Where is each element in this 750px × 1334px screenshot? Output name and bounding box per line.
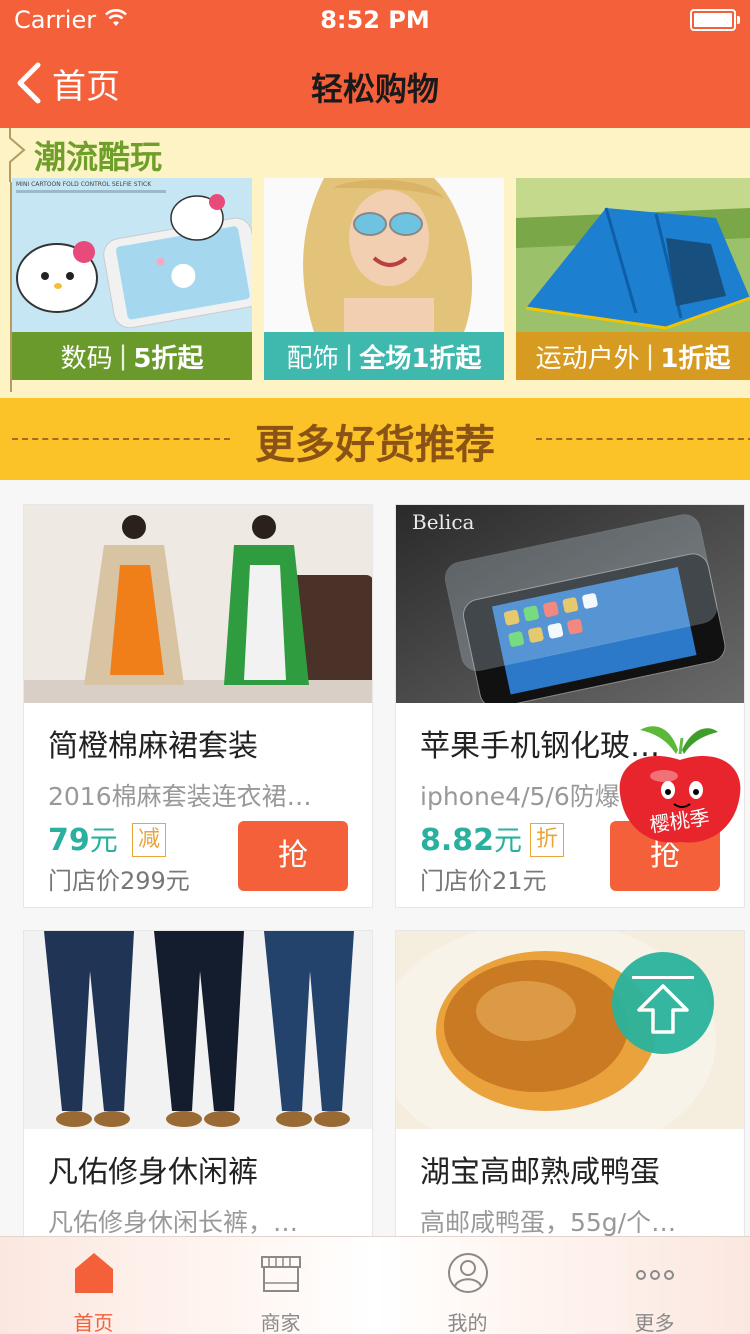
phone-glass-image: Belica	[396, 505, 744, 703]
tab-label: 首页	[73, 1311, 114, 1334]
promo-card-category: 数码	[60, 343, 113, 374]
price-value: 8.82	[420, 823, 495, 858]
promo-card-label: 数码 | 5折起	[12, 332, 252, 380]
recommend-title: 更多好货推荐	[255, 422, 495, 468]
user-icon	[448, 1253, 488, 1293]
separator: |	[118, 341, 128, 371]
section-notch-icon	[9, 128, 26, 182]
product-description: 2016棉麻套装连衣裙…	[48, 782, 312, 811]
promo-card-accessories[interactable]: 配饰 | 全场1折起	[264, 178, 504, 380]
product-title: 简橙棉麻裙套装	[48, 729, 258, 764]
tab-label: 更多	[634, 1311, 675, 1334]
product-card[interactable]: 凡佑修身休闲裤 凡佑修身休闲长裤，…	[23, 930, 373, 1236]
grab-button[interactable]: 抢	[238, 821, 348, 891]
price-value: 79	[48, 823, 90, 858]
tab-label: 我的	[447, 1311, 488, 1334]
separator: |	[344, 341, 354, 371]
original-price: 门店价299元	[48, 867, 190, 895]
promo-card-discount: 5折起	[133, 343, 204, 374]
cherry-season-badge[interactable]: 樱桃季	[610, 720, 750, 850]
promo-card-outdoor[interactable]: 运动户外 | 1折起	[516, 178, 750, 380]
pants-image	[24, 931, 372, 1129]
tent-image	[516, 178, 750, 332]
sunglasses-model-image	[264, 178, 504, 332]
product-grid: 简橙棉麻裙套装 2016棉麻套装连衣裙… 79元 减 门店价299元 抢 Bel…	[0, 480, 750, 1236]
price-unit: 元	[494, 824, 523, 857]
arrow-up-icon	[632, 976, 694, 1034]
more-icon	[636, 1270, 674, 1280]
promo-card-category: 运动户外	[535, 343, 640, 374]
tab-profile[interactable]: 我的	[374, 1237, 561, 1334]
price-unit: 元	[89, 824, 118, 857]
tab-label: 商家	[260, 1311, 301, 1334]
promo-heading: 潮流酷玩	[34, 138, 163, 176]
dress-set-image	[24, 505, 372, 703]
tab-bar: 首页 商家 我的 更多	[0, 1236, 750, 1334]
battery-icon	[690, 9, 740, 31]
promo-card-label: 运动户外 | 1折起	[516, 332, 750, 380]
product-card[interactable]: 简橙棉麻裙套装 2016棉麻套装连衣裙… 79元 减 门店价299元 抢	[23, 504, 373, 908]
promo-tag: 折	[530, 823, 564, 857]
tab-more[interactable]: 更多	[561, 1237, 748, 1334]
back-to-top-button[interactable]	[612, 952, 714, 1054]
image-brand-text: Belica	[412, 510, 475, 534]
tab-home[interactable]: 首页	[0, 1237, 187, 1334]
product-price: 8.82元	[420, 819, 522, 859]
product-title: 湖宝高邮熟咸鸭蛋	[420, 1155, 660, 1190]
product-description: 凡佑修身休闲长裤，…	[48, 1208, 299, 1236]
promo-tag: 减	[132, 823, 166, 857]
status-time: 8:52 PM	[320, 6, 430, 34]
status-bar: Carrier 8:52 PM	[0, 0, 750, 40]
page-title: 轻松购物	[310, 70, 439, 108]
divider	[536, 438, 750, 440]
promo-card-label: 配饰 | 全场1折起	[264, 332, 504, 380]
promo-card-category: 配饰	[286, 343, 339, 374]
separator: |	[645, 341, 655, 371]
nav-bar: 首页 轻松购物	[0, 40, 750, 128]
tab-merchant[interactable]: 商家	[187, 1237, 374, 1334]
promo-card-discount: 1折起	[660, 343, 731, 374]
promo-section: 潮流酷玩 MINI CARTOON FOLD CONTROL SELFIE ST…	[0, 128, 750, 398]
home-icon	[75, 1253, 113, 1293]
selfie-stick-image: MINI CARTOON FOLD CONTROL SELFIE STICK	[12, 178, 252, 332]
product-description: 高邮咸鸭蛋，55g/个…	[420, 1208, 677, 1236]
recommend-banner: 更多好货推荐	[0, 398, 750, 480]
original-price: 门店价21元	[420, 867, 547, 895]
promo-card-discount: 全场1折起	[359, 343, 482, 374]
product-price: 79元	[48, 819, 118, 859]
product-title: 凡佑修身休闲裤	[48, 1155, 258, 1190]
card-image-text: MINI CARTOON FOLD CONTROL SELFIE STICK	[16, 181, 152, 188]
promo-card-digital[interactable]: MINI CARTOON FOLD CONTROL SELFIE STICK 数…	[12, 178, 252, 380]
store-icon	[261, 1256, 301, 1292]
